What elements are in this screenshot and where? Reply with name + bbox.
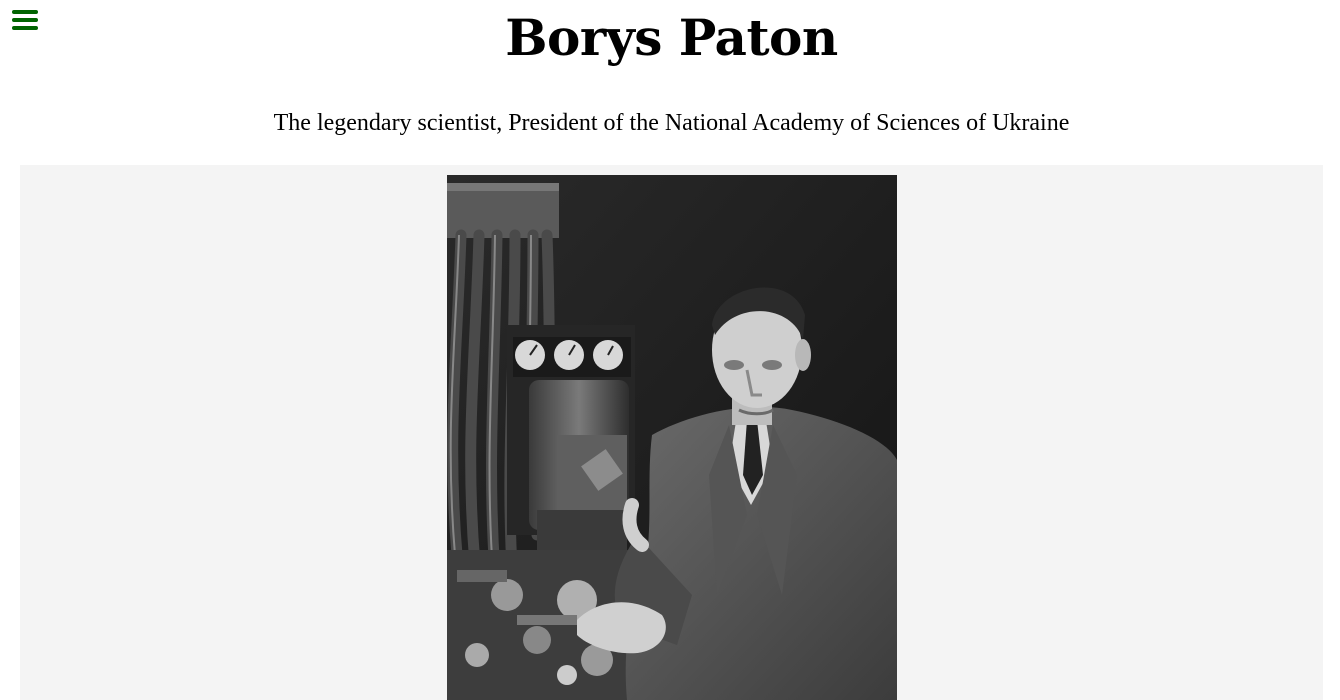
- photo-panel: [20, 165, 1323, 700]
- page-title: Borys Paton: [505, 8, 838, 67]
- page-subtitle: The legendary scientist, President of th…: [273, 110, 1070, 136]
- photo-illustration: [447, 175, 897, 700]
- portrait-photo: [447, 175, 897, 700]
